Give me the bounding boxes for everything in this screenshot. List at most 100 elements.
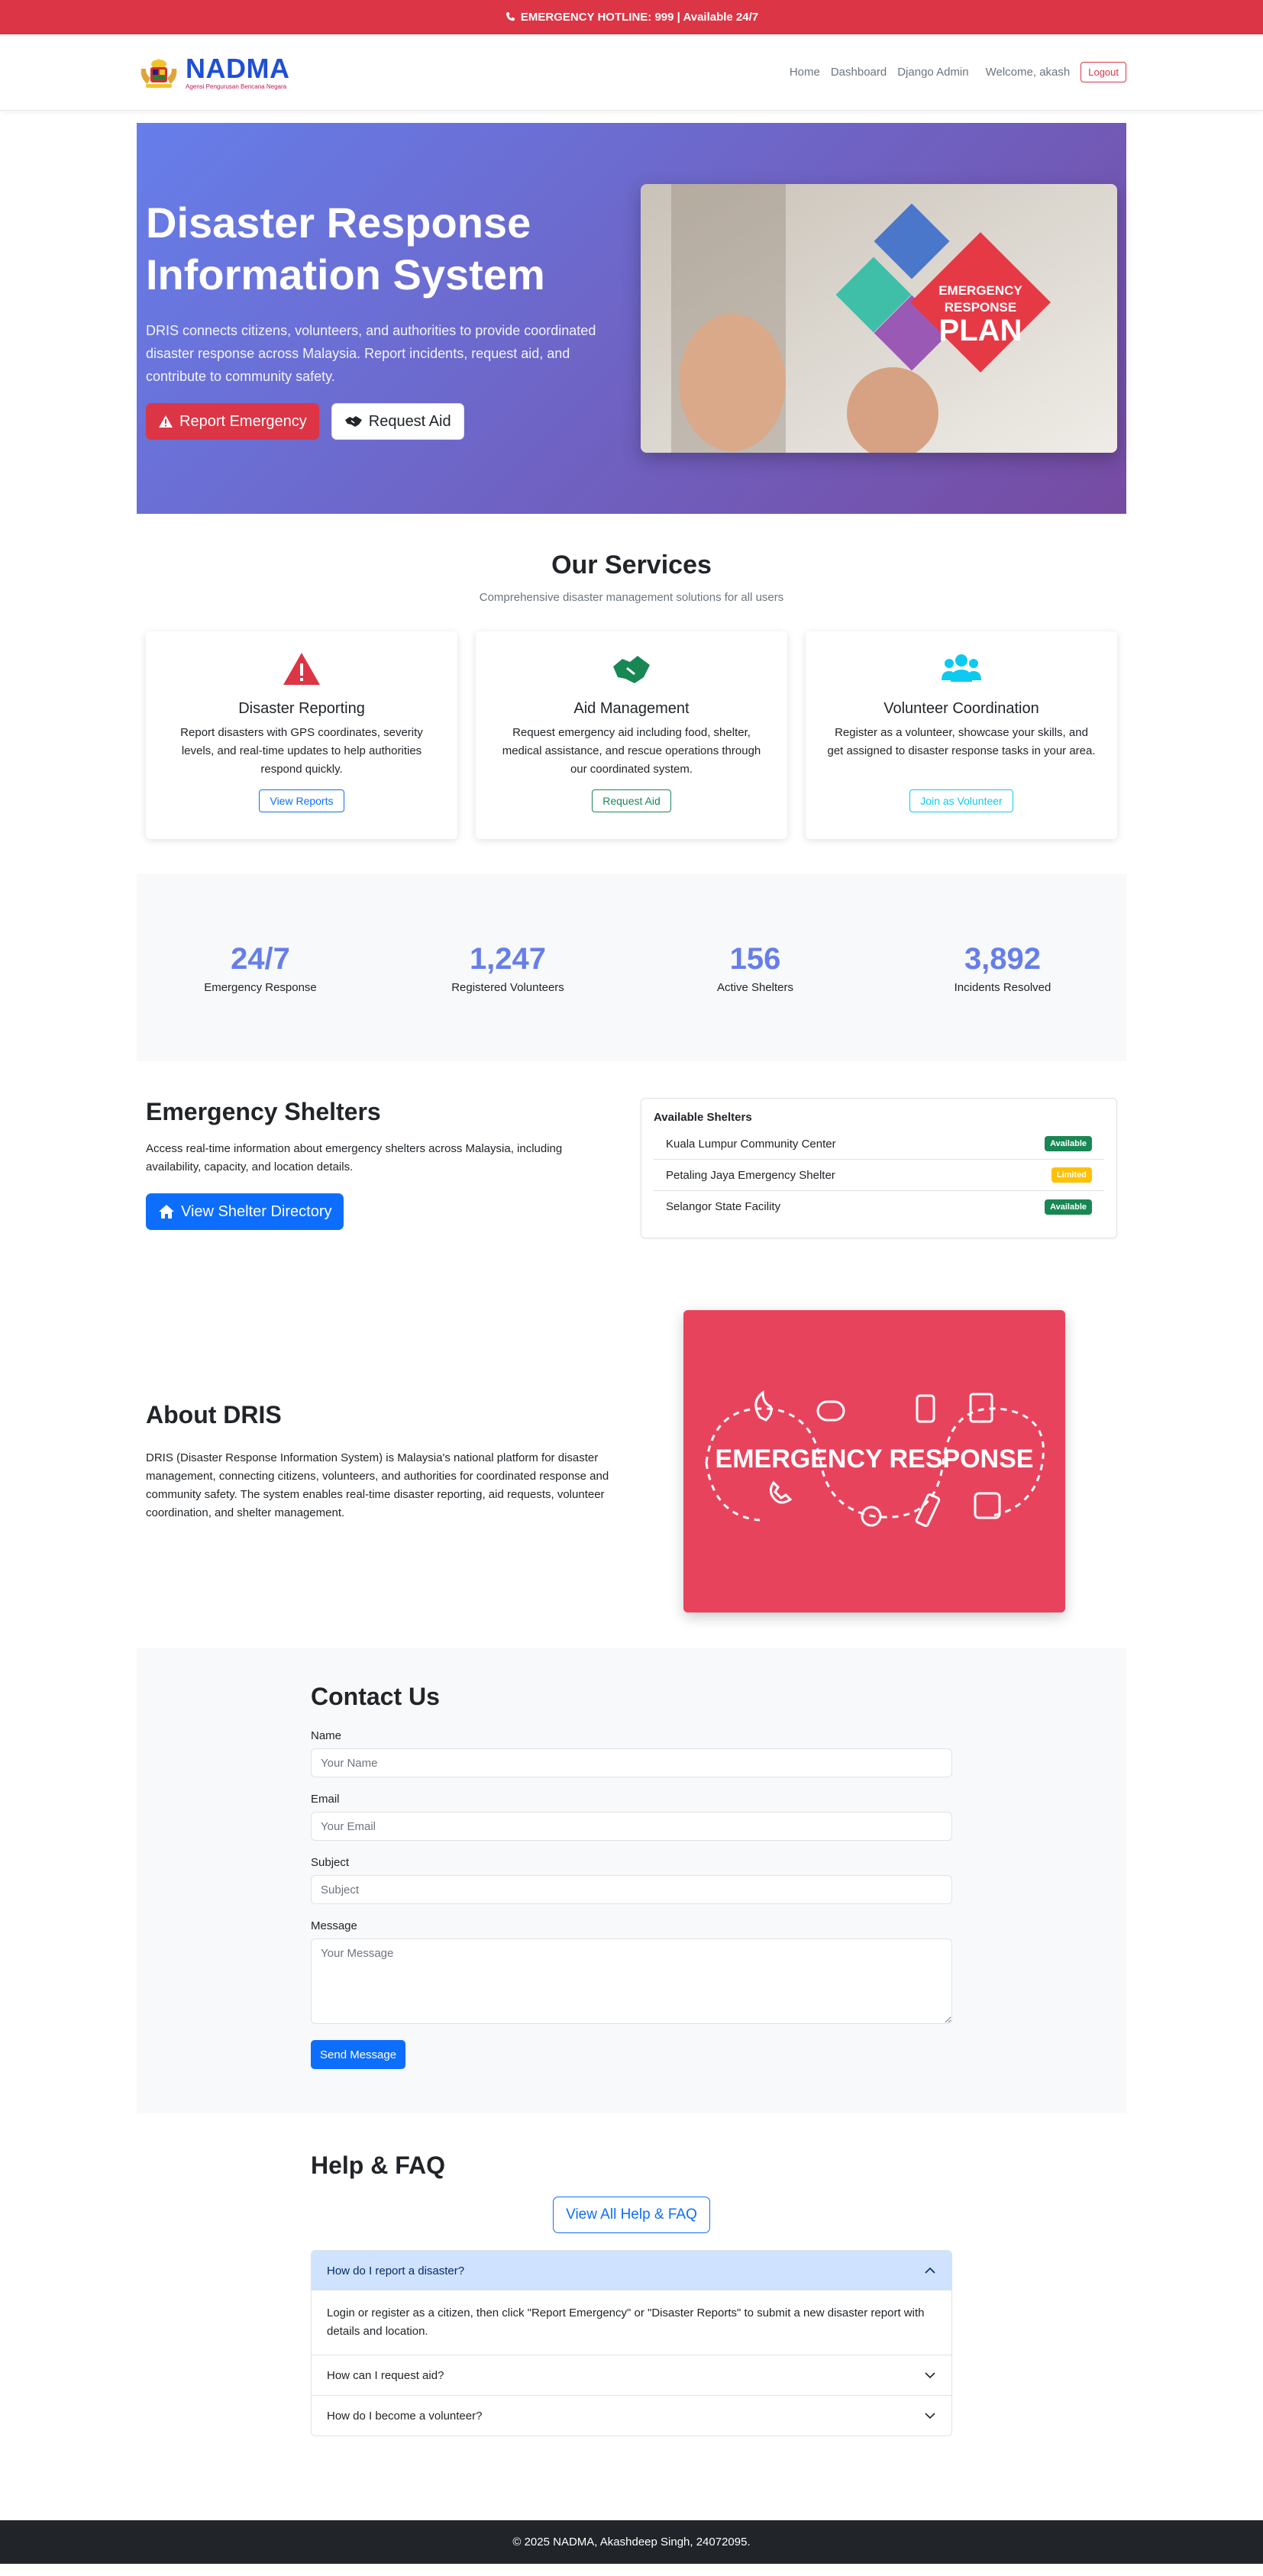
service-card-volunteer-coordination: Volunteer Coordination Register as a vol… [806, 631, 1117, 839]
stat-label: Active Shelters [716, 980, 794, 994]
service-card-text: Report disasters with GPS coordinates, s… [180, 726, 423, 776]
available-shelters-card: Available Shelters Kuala Lumpur Communit… [641, 1098, 1117, 1238]
stat-value: 3,892 [964, 941, 1042, 976]
emergency-hotline-bar: EMERGENCY HOTLINE: 999 | Available 24/7 [0, 0, 1263, 34]
stat-item: 24/7 Emergency Response [137, 942, 384, 994]
shelters-description: Access real-time information about emerg… [146, 1142, 563, 1173]
hero-section: Disaster Response Information System DRI… [137, 123, 1126, 514]
shelters-section: Emergency Shelters Access real-time info… [137, 1098, 1126, 1238]
stat-label: Emergency Response [204, 980, 317, 994]
faq-section: Help & FAQ View All Help & FAQ How do I … [311, 2152, 952, 2436]
faq-item: How do I become a volunteer? [312, 2396, 951, 2436]
nav-home-link[interactable]: Home [790, 66, 820, 79]
email-field[interactable] [311, 1812, 952, 1841]
status-badge: Available [1045, 1136, 1092, 1151]
faq-question-toggle[interactable]: How can I request aid? [312, 2355, 951, 2395]
footer-text: © 2025 NADMA, Akashdeep Singh, 24072095. [512, 2536, 751, 2549]
services-title: Our Services [551, 550, 712, 579]
warning-icon [159, 415, 173, 428]
stat-item: 3,892 Incidents Resolved [879, 942, 1126, 994]
join-volunteer-button[interactable]: Join as Volunteer [909, 789, 1013, 812]
about-title: About DRIS [146, 1400, 282, 1428]
stat-item: 1,247 Registered Volunteers [384, 942, 632, 994]
handshake-icon [344, 416, 362, 427]
nadma-logo[interactable]: NADMA Agensi Pengurusan Bencana Negara [137, 54, 289, 90]
contact-title: Contact Us [311, 1683, 440, 1710]
phone-icon [506, 11, 515, 21]
message-field[interactable] [311, 1938, 952, 2024]
status-badge: Limited [1051, 1167, 1092, 1183]
welcome-text: Welcome, akash [985, 66, 1071, 79]
navbar: NADMA Agensi Pengurusan Bencana Negara H… [0, 34, 1263, 111]
request-aid-label: Request Aid [368, 412, 451, 430]
request-aid-button[interactable]: Request Aid [331, 403, 464, 440]
stat-value: 156 [729, 941, 781, 976]
nav-django-admin-link[interactable]: Django Admin [897, 66, 968, 79]
request-aid-card-button[interactable]: Request Aid [592, 789, 671, 812]
shelter-name: Selangor State Facility [666, 1200, 781, 1213]
emergency-response-image: EMERGENCY RESPONSE [683, 1310, 1065, 1612]
report-emergency-button[interactable]: Report Emergency [146, 403, 319, 440]
view-all-faq-button[interactable]: View All Help & FAQ [553, 2197, 710, 2233]
service-card-disaster-reporting: Disaster Reporting Report disasters with… [146, 631, 457, 839]
service-card-title: Aid Management [573, 700, 690, 717]
status-badge: Available [1045, 1199, 1092, 1215]
name-label: Name [311, 1729, 342, 1742]
hero-image-text-mid: RESPONSE [945, 300, 1016, 315]
view-shelter-directory-label: View Shelter Directory [181, 1202, 332, 1220]
email-label: Email [311, 1793, 340, 1806]
stats-section: 24/7 Emergency Response 1,247 Registered… [137, 874, 1126, 1061]
handshake-icon [613, 656, 650, 683]
hero-image-text-big: PLAN [939, 314, 1022, 347]
hero-description: DRIS connects citizens, volunteers, and … [146, 323, 596, 384]
chevron-down-icon [925, 2413, 935, 2419]
stat-item: 156 Active Shelters [632, 942, 879, 994]
shelter-row[interactable]: Petaling Jaya Emergency Shelter Limited [654, 1160, 1104, 1191]
hotline-text: EMERGENCY HOTLINE: 999 | Available 24/7 [520, 11, 759, 24]
faq-question-toggle[interactable]: How do I become a volunteer? [312, 2396, 951, 2436]
hero-title: Disaster Response Information System [146, 199, 545, 299]
subject-field[interactable] [311, 1875, 952, 1904]
faq-title: Help & FAQ [311, 2152, 446, 2179]
stat-label: Registered Volunteers [451, 980, 564, 994]
send-message-button[interactable]: Send Message [311, 2040, 406, 2069]
shelters-title: Emergency Shelters [146, 1098, 381, 1125]
faq-item: How do I report a disaster? Login or reg… [312, 2251, 951, 2355]
hero-image-text-top: EMERGENCY [938, 283, 1022, 298]
view-shelter-directory-button[interactable]: View Shelter Directory [146, 1193, 344, 1230]
faq-accordion: How do I report a disaster? Login or reg… [311, 2250, 952, 2436]
about-text: DRIS (Disaster Response Information Syst… [146, 1451, 609, 1519]
service-card-title: Volunteer Coordination [883, 700, 1039, 717]
faq-item: How can I request aid? [312, 2355, 951, 2396]
stat-value: 24/7 [231, 941, 290, 976]
available-shelters-title: Available Shelters [654, 1111, 752, 1124]
contact-section: Contact Us Name Email Subject Message Se… [137, 1648, 1126, 2113]
coat-of-arms-icon [141, 57, 177, 88]
stat-value: 1,247 [469, 941, 547, 976]
nav-dashboard-link[interactable]: Dashboard [831, 66, 887, 79]
warning-icon [283, 653, 320, 685]
service-card-aid-management: Aid Management Request emergency aid inc… [476, 631, 787, 839]
shelter-name: Kuala Lumpur Community Center [666, 1137, 836, 1151]
service-card-title: Disaster Reporting [238, 700, 365, 717]
faq-question: How do I report a disaster? [327, 2264, 465, 2277]
service-card-text: Register as a volunteer, showcase your s… [827, 726, 1096, 757]
logo-subtitle: Agensi Pengurusan Bencana Negara [186, 82, 287, 90]
subject-label: Subject [311, 1856, 350, 1869]
faq-question-toggle[interactable]: How do I report a disaster? [312, 2251, 951, 2290]
about-image-text: EMERGENCY RESPONSE [715, 1445, 1034, 1474]
name-field[interactable] [311, 1748, 952, 1777]
services-subtitle: Comprehensive disaster management soluti… [479, 591, 784, 604]
chevron-down-icon [925, 2372, 935, 2379]
service-card-text: Request emergency aid including food, sh… [502, 726, 761, 776]
stat-label: Incidents Resolved [954, 980, 1051, 994]
logout-button[interactable]: Logout [1080, 62, 1126, 82]
view-reports-button[interactable]: View Reports [259, 789, 344, 812]
faq-question: How do I become a volunteer? [327, 2409, 483, 2423]
shelter-row[interactable]: Kuala Lumpur Community Center Available [654, 1128, 1104, 1160]
home-icon [159, 1205, 174, 1219]
shelter-row[interactable]: Selangor State Facility Available [654, 1191, 1104, 1222]
message-label: Message [311, 1919, 357, 1932]
footer: © 2025 NADMA, Akashdeep Singh, 24072095. [0, 2520, 1263, 2564]
faq-question: How can I request aid? [327, 2368, 444, 2382]
